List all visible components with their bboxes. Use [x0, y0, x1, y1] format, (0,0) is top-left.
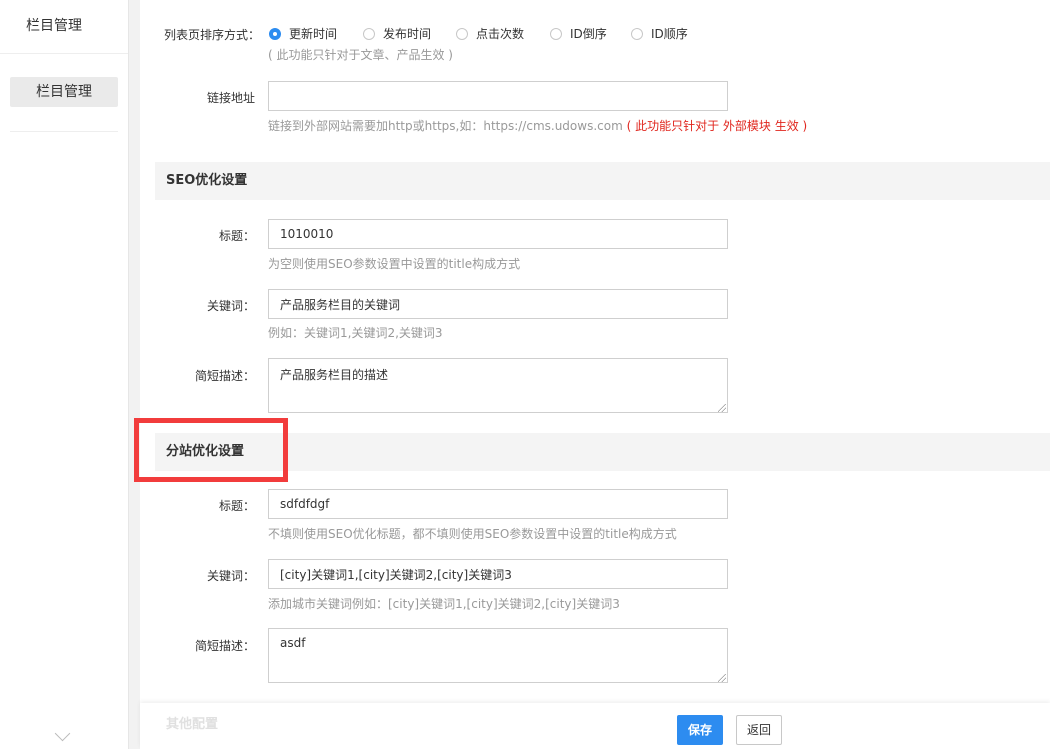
link-hint: 链接到外部网站需要加http或https,如：https://cms.udows…: [268, 117, 807, 134]
seo-section-header: SEO优化设置: [155, 162, 1050, 200]
resize-grip-icon[interactable]: [718, 404, 726, 412]
sidebar-item-column-management[interactable]: 栏目管理: [10, 77, 118, 107]
seo-keywords-hint: 例如：关键词1,关键词2,关键词3: [268, 326, 443, 340]
sidebar-title-text: 栏目管理: [26, 18, 82, 34]
substation-section-header: 分站优化设置: [155, 433, 1050, 471]
radio-label: 发布时间: [383, 27, 432, 41]
sort-hint: ( 此功能只针对于文章、产品生效 ): [268, 48, 453, 62]
resize-grip-icon[interactable]: [718, 674, 726, 682]
radio-click-count[interactable]: 点击次数: [456, 25, 524, 42]
radio-publish-time[interactable]: 发布时间: [363, 25, 431, 42]
chevron-down-icon[interactable]: [54, 725, 71, 742]
substation-title-input[interactable]: [268, 489, 728, 519]
sidebar-divider: [10, 131, 118, 132]
sidebar-title: 栏目管理: [0, 0, 128, 54]
radio-unchecked-icon: [456, 27, 468, 40]
seo-title-input[interactable]: [268, 219, 728, 249]
sidebar: 栏目管理 栏目管理: [0, 0, 129, 749]
footer-action-bar: 其他配置 保存 返回: [140, 703, 1050, 749]
seo-keywords-label: 关键词：: [206, 299, 255, 313]
seo-desc-label: 简短描述：: [194, 369, 255, 383]
other-settings-section-header: 其他配置: [166, 717, 219, 732]
substation-title-label: 标题：: [218, 499, 255, 513]
radio-label: 更新时间: [289, 27, 338, 41]
substation-keywords-input[interactable]: [268, 559, 728, 589]
link-hint-warning: ( 此功能只针对于 外部模块 生效 ): [626, 119, 808, 133]
substation-desc-textarea[interactable]: asdf: [268, 628, 728, 683]
radio-label: ID顺序: [651, 27, 688, 41]
sidebar-item-label: 栏目管理: [36, 84, 92, 100]
link-label: 链接地址: [206, 91, 255, 105]
radio-unchecked-icon: [363, 27, 375, 40]
main-form: 列表页排序方式： 更新时间 发布时间 点击次数 ID倒序 ID顺序 ( 此功能只…: [140, 0, 1050, 749]
substation-keywords-hint: 添加城市关键词例如：[city]关键词1,[city]关键词2,[city]关键…: [268, 597, 620, 611]
seo-title-hint: 为空则使用SEO参数设置中设置的title构成方式: [268, 257, 521, 271]
substation-title-hint: 不填则使用SEO优化标题，都不填则使用SEO参数设置中设置的title构成方式: [268, 527, 677, 541]
substation-desc-label: 简短描述：: [194, 639, 255, 653]
radio-id-desc[interactable]: ID倒序: [550, 25, 607, 42]
link-input[interactable]: [268, 81, 728, 111]
radio-id-asc[interactable]: ID顺序: [631, 25, 688, 42]
link-hint-text: 链接到外部网站需要加http或https,如：https://cms.udows…: [268, 119, 623, 133]
save-button[interactable]: 保存: [677, 715, 723, 745]
radio-checked-icon: [269, 27, 281, 40]
sort-label: 列表页排序方式：: [163, 28, 260, 42]
radio-label: ID倒序: [570, 27, 607, 41]
seo-desc-textarea[interactable]: 产品服务栏目的描述: [268, 358, 728, 413]
radio-update-time[interactable]: 更新时间: [269, 25, 337, 42]
seo-keywords-input[interactable]: [268, 289, 728, 319]
substation-keywords-label: 关键词：: [206, 569, 255, 583]
radio-label: 点击次数: [476, 27, 525, 41]
back-button[interactable]: 返回: [736, 715, 782, 745]
seo-title-label: 标题：: [218, 229, 255, 243]
radio-unchecked-icon: [631, 27, 643, 40]
radio-unchecked-icon: [550, 27, 562, 40]
